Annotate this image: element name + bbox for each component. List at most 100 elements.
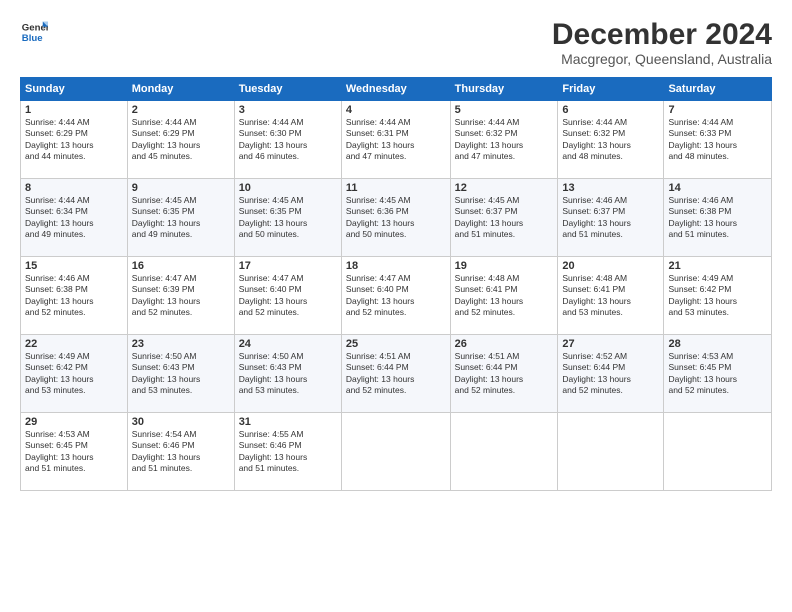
day-number: 27: [562, 338, 659, 350]
day-number: 3: [239, 104, 337, 116]
week-row-2: 8Sunrise: 4:44 AM Sunset: 6:34 PM Daylig…: [21, 179, 772, 257]
title-block: December 2024 Macgregor, Queensland, Aus…: [552, 18, 772, 67]
table-row: [558, 413, 664, 491]
table-row: 27Sunrise: 4:52 AM Sunset: 6:44 PM Dayli…: [558, 335, 664, 413]
day-info: Sunrise: 4:46 AM Sunset: 6:37 PM Dayligh…: [562, 195, 659, 241]
day-info: Sunrise: 4:49 AM Sunset: 6:42 PM Dayligh…: [25, 351, 123, 397]
day-number: 11: [346, 182, 446, 194]
day-info: Sunrise: 4:47 AM Sunset: 6:40 PM Dayligh…: [239, 273, 337, 319]
table-row: 16Sunrise: 4:47 AM Sunset: 6:39 PM Dayli…: [127, 257, 234, 335]
table-row: 11Sunrise: 4:45 AM Sunset: 6:36 PM Dayli…: [341, 179, 450, 257]
table-row: 15Sunrise: 4:46 AM Sunset: 6:38 PM Dayli…: [21, 257, 128, 335]
day-number: 31: [239, 416, 337, 428]
week-row-1: 1Sunrise: 4:44 AM Sunset: 6:29 PM Daylig…: [21, 101, 772, 179]
day-number: 16: [132, 260, 230, 272]
day-info: Sunrise: 4:49 AM Sunset: 6:42 PM Dayligh…: [668, 273, 767, 319]
day-info: Sunrise: 4:44 AM Sunset: 6:32 PM Dayligh…: [562, 117, 659, 163]
day-number: 14: [668, 182, 767, 194]
table-row: 30Sunrise: 4:54 AM Sunset: 6:46 PM Dayli…: [127, 413, 234, 491]
day-info: Sunrise: 4:44 AM Sunset: 6:33 PM Dayligh…: [668, 117, 767, 163]
day-number: 20: [562, 260, 659, 272]
table-row: 26Sunrise: 4:51 AM Sunset: 6:44 PM Dayli…: [450, 335, 558, 413]
day-number: 13: [562, 182, 659, 194]
day-info: Sunrise: 4:44 AM Sunset: 6:29 PM Dayligh…: [132, 117, 230, 163]
page: General Blue December 2024 Macgregor, Qu…: [0, 0, 792, 612]
day-info: Sunrise: 4:44 AM Sunset: 6:30 PM Dayligh…: [239, 117, 337, 163]
day-info: Sunrise: 4:52 AM Sunset: 6:44 PM Dayligh…: [562, 351, 659, 397]
table-row: 31Sunrise: 4:55 AM Sunset: 6:46 PM Dayli…: [234, 413, 341, 491]
day-number: 29: [25, 416, 123, 428]
day-info: Sunrise: 4:45 AM Sunset: 6:36 PM Dayligh…: [346, 195, 446, 241]
table-row: 22Sunrise: 4:49 AM Sunset: 6:42 PM Dayli…: [21, 335, 128, 413]
day-info: Sunrise: 4:47 AM Sunset: 6:39 PM Dayligh…: [132, 273, 230, 319]
day-info: Sunrise: 4:44 AM Sunset: 6:34 PM Dayligh…: [25, 195, 123, 241]
day-info: Sunrise: 4:53 AM Sunset: 6:45 PM Dayligh…: [668, 351, 767, 397]
logo: General Blue: [20, 18, 48, 46]
day-number: 21: [668, 260, 767, 272]
day-number: 24: [239, 338, 337, 350]
day-info: Sunrise: 4:47 AM Sunset: 6:40 PM Dayligh…: [346, 273, 446, 319]
table-row: 28Sunrise: 4:53 AM Sunset: 6:45 PM Dayli…: [664, 335, 772, 413]
col-friday: Friday: [558, 78, 664, 101]
day-number: 7: [668, 104, 767, 116]
col-monday: Monday: [127, 78, 234, 101]
svg-text:Blue: Blue: [22, 33, 43, 44]
day-number: 30: [132, 416, 230, 428]
day-number: 26: [455, 338, 554, 350]
day-number: 2: [132, 104, 230, 116]
day-number: 4: [346, 104, 446, 116]
col-tuesday: Tuesday: [234, 78, 341, 101]
table-row: 21Sunrise: 4:49 AM Sunset: 6:42 PM Dayli…: [664, 257, 772, 335]
table-row: 17Sunrise: 4:47 AM Sunset: 6:40 PM Dayli…: [234, 257, 341, 335]
table-row: 23Sunrise: 4:50 AM Sunset: 6:43 PM Dayli…: [127, 335, 234, 413]
day-number: 17: [239, 260, 337, 272]
table-row: 24Sunrise: 4:50 AM Sunset: 6:43 PM Dayli…: [234, 335, 341, 413]
day-info: Sunrise: 4:48 AM Sunset: 6:41 PM Dayligh…: [562, 273, 659, 319]
logo-icon: General Blue: [20, 18, 48, 46]
day-info: Sunrise: 4:44 AM Sunset: 6:31 PM Dayligh…: [346, 117, 446, 163]
day-number: 15: [25, 260, 123, 272]
table-row: 14Sunrise: 4:46 AM Sunset: 6:38 PM Dayli…: [664, 179, 772, 257]
table-row: [341, 413, 450, 491]
col-sunday: Sunday: [21, 78, 128, 101]
week-row-3: 15Sunrise: 4:46 AM Sunset: 6:38 PM Dayli…: [21, 257, 772, 335]
day-info: Sunrise: 4:51 AM Sunset: 6:44 PM Dayligh…: [346, 351, 446, 397]
col-thursday: Thursday: [450, 78, 558, 101]
day-info: Sunrise: 4:45 AM Sunset: 6:35 PM Dayligh…: [132, 195, 230, 241]
table-row: 19Sunrise: 4:48 AM Sunset: 6:41 PM Dayli…: [450, 257, 558, 335]
day-info: Sunrise: 4:50 AM Sunset: 6:43 PM Dayligh…: [239, 351, 337, 397]
day-info: Sunrise: 4:46 AM Sunset: 6:38 PM Dayligh…: [668, 195, 767, 241]
table-row: [664, 413, 772, 491]
day-info: Sunrise: 4:46 AM Sunset: 6:38 PM Dayligh…: [25, 273, 123, 319]
calendar-table: Sunday Monday Tuesday Wednesday Thursday…: [20, 77, 772, 491]
col-saturday: Saturday: [664, 78, 772, 101]
day-info: Sunrise: 4:45 AM Sunset: 6:35 PM Dayligh…: [239, 195, 337, 241]
day-info: Sunrise: 4:50 AM Sunset: 6:43 PM Dayligh…: [132, 351, 230, 397]
day-info: Sunrise: 4:55 AM Sunset: 6:46 PM Dayligh…: [239, 429, 337, 475]
day-number: 6: [562, 104, 659, 116]
day-number: 9: [132, 182, 230, 194]
day-number: 19: [455, 260, 554, 272]
day-number: 23: [132, 338, 230, 350]
table-row: 12Sunrise: 4:45 AM Sunset: 6:37 PM Dayli…: [450, 179, 558, 257]
header-row: Sunday Monday Tuesday Wednesday Thursday…: [21, 78, 772, 101]
week-row-5: 29Sunrise: 4:53 AM Sunset: 6:45 PM Dayli…: [21, 413, 772, 491]
table-row: 10Sunrise: 4:45 AM Sunset: 6:35 PM Dayli…: [234, 179, 341, 257]
table-row: 9Sunrise: 4:45 AM Sunset: 6:35 PM Daylig…: [127, 179, 234, 257]
table-row: 13Sunrise: 4:46 AM Sunset: 6:37 PM Dayli…: [558, 179, 664, 257]
header: General Blue December 2024 Macgregor, Qu…: [20, 18, 772, 67]
subtitle: Macgregor, Queensland, Australia: [552, 51, 772, 67]
table-row: 7Sunrise: 4:44 AM Sunset: 6:33 PM Daylig…: [664, 101, 772, 179]
table-row: 4Sunrise: 4:44 AM Sunset: 6:31 PM Daylig…: [341, 101, 450, 179]
table-row: 25Sunrise: 4:51 AM Sunset: 6:44 PM Dayli…: [341, 335, 450, 413]
day-number: 22: [25, 338, 123, 350]
week-row-4: 22Sunrise: 4:49 AM Sunset: 6:42 PM Dayli…: [21, 335, 772, 413]
day-info: Sunrise: 4:45 AM Sunset: 6:37 PM Dayligh…: [455, 195, 554, 241]
day-info: Sunrise: 4:44 AM Sunset: 6:29 PM Dayligh…: [25, 117, 123, 163]
day-info: Sunrise: 4:44 AM Sunset: 6:32 PM Dayligh…: [455, 117, 554, 163]
day-number: 10: [239, 182, 337, 194]
table-row: [450, 413, 558, 491]
day-number: 12: [455, 182, 554, 194]
table-row: 3Sunrise: 4:44 AM Sunset: 6:30 PM Daylig…: [234, 101, 341, 179]
table-row: 29Sunrise: 4:53 AM Sunset: 6:45 PM Dayli…: [21, 413, 128, 491]
